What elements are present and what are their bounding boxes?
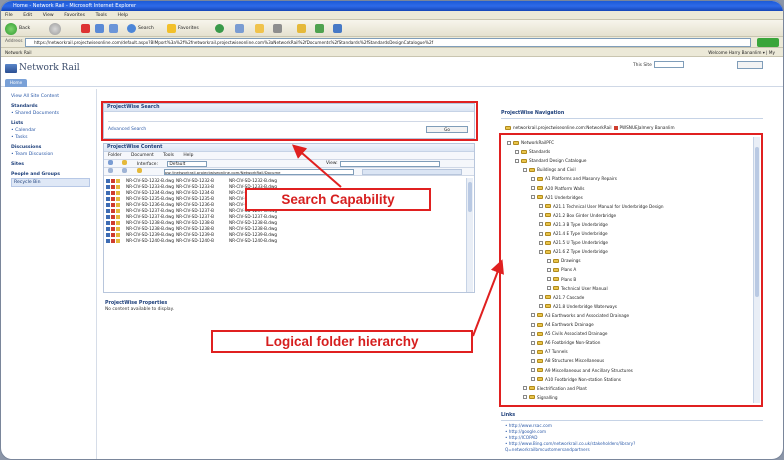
folder-hierarchy-callout: Logical folder hierarchy <box>211 330 473 353</box>
browser-window: Home - Network Rail - Microsoft Internet… <box>0 0 784 460</box>
hierarchy-arrow <box>472 259 504 337</box>
search-capability-callout: Search Capability <box>245 188 431 211</box>
annotation-arrows <box>291 144 504 337</box>
search-arrow <box>291 144 342 188</box>
